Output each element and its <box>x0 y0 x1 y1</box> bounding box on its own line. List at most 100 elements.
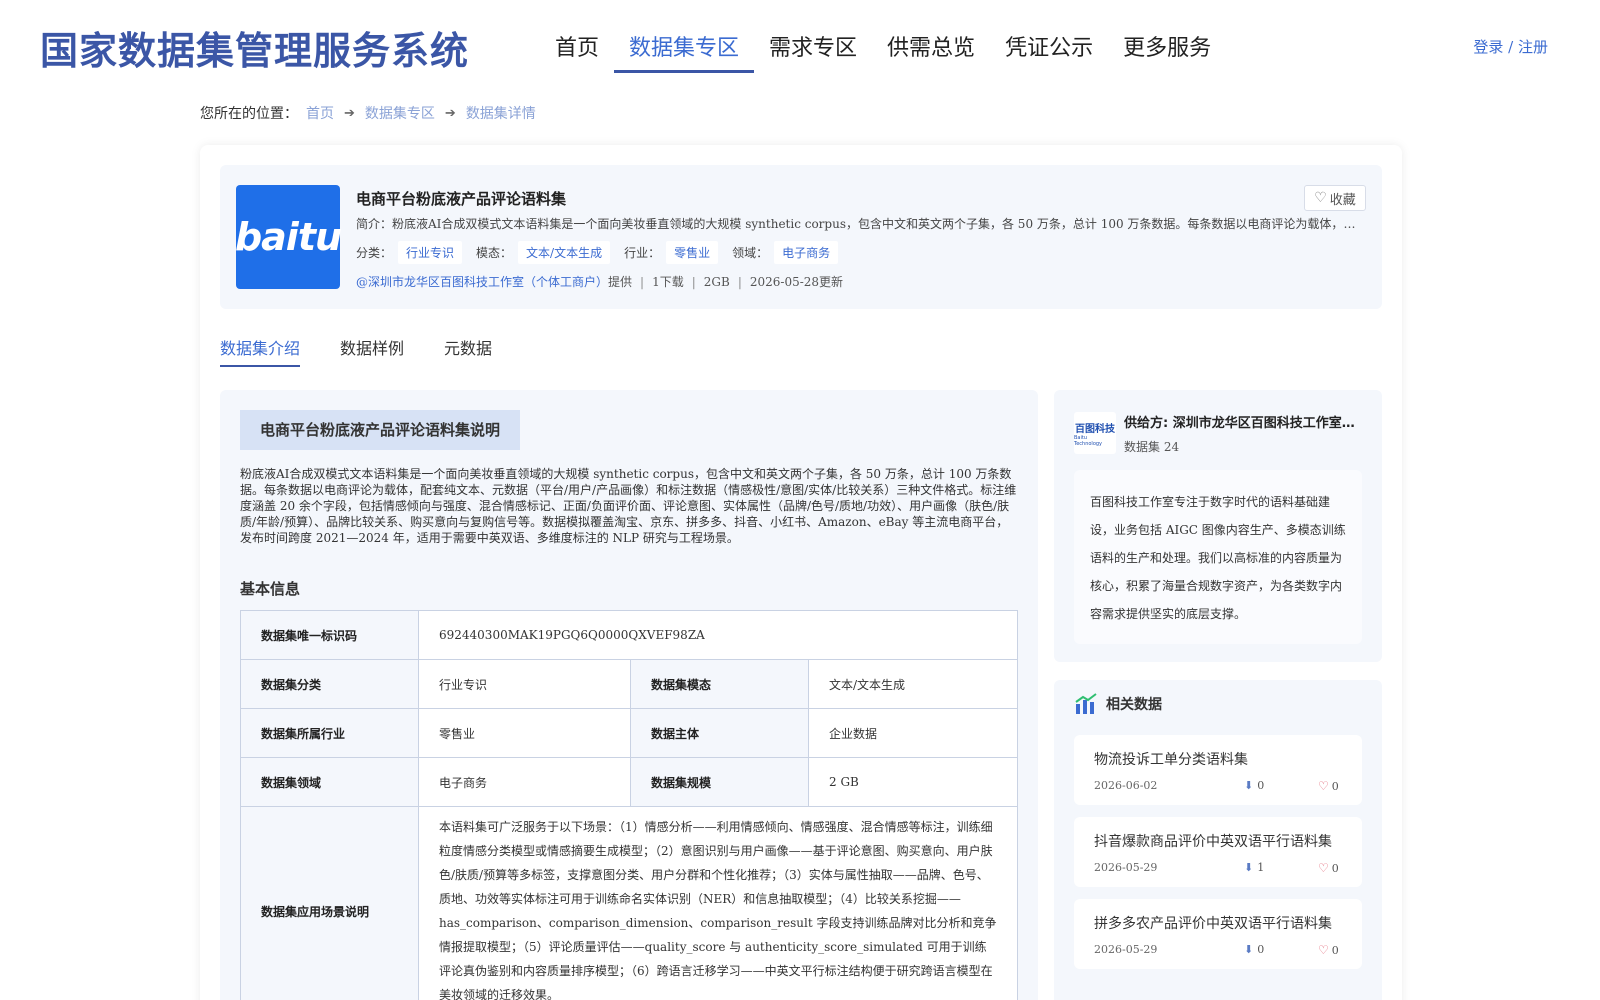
related-item-date: 2026-05-29 <box>1094 943 1158 956</box>
table-row: 数据集所属行业 零售业 数据主体 企业数据 <box>240 708 1018 758</box>
breadcrumb-prefix: 您所在的位置： <box>200 106 298 122</box>
detail-tabs: 数据集介绍 数据样例 元数据 <box>220 335 532 367</box>
dataset-detail-card: baitu 电商平台粉底液产品评论语料集 简介：粉底液AI合成双模式文本语料集是… <box>200 145 1402 1000</box>
download-icon: ⬇ <box>1244 779 1254 792</box>
description-text: 粉底液AI合成双模式文本语料集是一个面向美妆垂直领域的大规模 synthetic… <box>240 467 1017 545</box>
dataset-title: 电商平台粉底液产品评论语料集 <box>356 190 567 208</box>
provider-name[interactable]: 供给方: 深圳市龙华区百图科技工作室（个体工商户） <box>1124 412 1364 431</box>
site-title[interactable]: 国家数据集管理服务系统 <box>40 20 469 75</box>
download-count-value: 0 <box>1257 779 1265 792</box>
favorite-button[interactable]: ♡ 收藏 <box>1304 185 1366 211</box>
login-register-link[interactable]: 登录 / 注册 <box>1473 36 1548 57</box>
favorite-label: 收藏 <box>1329 192 1356 208</box>
provider-panel: 百图科技 Baitu Technology 供给方: 深圳市龙华区百图科技工作室… <box>1054 390 1382 662</box>
heart-icon: ♡ <box>1318 943 1329 957</box>
related-item[interactable]: 拼多多农产品评价中英双语平行语料集 2026-05-29 ⬇ 0 ♡ 0 <box>1074 899 1362 969</box>
bar-chart-icon <box>1075 693 1097 714</box>
provider-dataset-count: 数据集 24 <box>1124 440 1180 454</box>
category-label: 数据集分类 <box>240 659 419 709</box>
breadcrumb: 您所在的位置： 首页 ➔ 数据集专区 ➔ 数据集详情 <box>200 103 536 123</box>
site-header: 国家数据集管理服务系统 首页 数据集专区 需求专区 供需总览 凭证公示 更多服务… <box>0 0 1600 90</box>
provider-description: 百图科技工作室专注于数字时代的语料基础建设，业务包括 AIGC 图像内容生产、多… <box>1074 470 1362 644</box>
breadcrumb-datasets[interactable]: 数据集专区 <box>365 103 435 123</box>
tag-label-industry: 行业： <box>624 246 661 260</box>
nav-overview[interactable]: 供需总览 <box>872 26 990 73</box>
heart-icon: ♡ <box>1318 861 1329 875</box>
related-item-favs: ♡ 0 <box>1318 943 1339 957</box>
modality-label: 数据集模态 <box>630 659 809 709</box>
download-count-value: 1 <box>1257 861 1265 874</box>
download-count-value: 0 <box>1257 943 1265 956</box>
scale-value: 2 GB <box>808 757 1018 807</box>
tag-modality[interactable]: 文本/文本生成 <box>518 241 611 264</box>
usage-label: 数据集应用场景说明 <box>240 806 419 1000</box>
industry-label: 数据集所属行业 <box>240 708 419 758</box>
related-item-downloads: ⬇ 1 <box>1244 861 1264 874</box>
tab-metadata[interactable]: 元数据 <box>444 335 492 367</box>
related-title: 相关数据 <box>1106 697 1162 713</box>
uid-value: 692440300MAK19PGQ6Q0000QXVEF98ZA <box>418 610 1018 660</box>
subject-label: 数据主体 <box>630 708 809 758</box>
breadcrumb-current: 数据集详情 <box>465 106 536 122</box>
heart-icon: ♡ <box>1318 779 1329 793</box>
related-item-date: 2026-05-29 <box>1094 861 1158 874</box>
scale-label: 数据集规模 <box>630 757 809 807</box>
tab-samples[interactable]: 数据样例 <box>340 335 404 367</box>
tag-label-category: 分类： <box>356 246 393 260</box>
provider-link[interactable]: @深圳市龙华区百图科技工作室（个体工商户） <box>356 273 608 290</box>
tab-introduction[interactable]: 数据集介绍 <box>220 335 301 367</box>
related-item[interactable]: 物流投诉工单分类语料集 2026-06-02 ⬇ 0 ♡ 0 <box>1074 735 1362 805</box>
arrow-right-icon: ➔ <box>344 105 355 121</box>
provided-label: 提供 <box>608 275 633 289</box>
description-title: 电商平台粉底液产品评论语料集说明 <box>240 410 521 450</box>
tag-category[interactable]: 行业专识 <box>398 241 463 264</box>
fav-count-value: 0 <box>1331 779 1339 793</box>
heart-outline-icon: ♡ <box>1314 190 1327 206</box>
category-value: 行业专识 <box>418 659 631 709</box>
domain-label: 数据集领域 <box>240 757 419 807</box>
related-item-downloads: ⬇ 0 <box>1244 943 1264 956</box>
dataset-logo: baitu <box>234 185 342 289</box>
modality-value: 文本/文本生成 <box>808 659 1018 709</box>
industry-value: 零售业 <box>418 708 631 758</box>
usage-value: 本语料集可广泛服务于以下场景：（1）情感分析——利用情感倾向、情感强度、混合情感… <box>418 806 1018 1000</box>
tag-industry[interactable]: 零售业 <box>666 241 719 264</box>
dataset-summary: baitu 电商平台粉底液产品评论语料集 简介：粉底液AI合成双模式文本语料集是… <box>220 165 1382 309</box>
nav-credentials[interactable]: 凭证公示 <box>990 26 1108 73</box>
dataset-size: 2GB <box>703 274 730 289</box>
basic-info-table: 数据集唯一标识码 692440300MAK19PGQ6Q0000QXVEF98Z… <box>240 610 1018 1000</box>
related-item-downloads: ⬇ 0 <box>1244 779 1264 792</box>
related-item-name: 拼多多农产品评价中英双语平行语料集 <box>1094 916 1332 932</box>
fav-count-value: 0 <box>1331 943 1339 957</box>
separator: | <box>737 274 742 289</box>
related-item-favs: ♡ 0 <box>1318 861 1339 875</box>
related-item-date: 2026-06-02 <box>1094 779 1158 792</box>
uid-label: 数据集唯一标识码 <box>240 610 419 660</box>
table-row: 数据集领域 电子商务 数据集规模 2 GB <box>240 757 1018 807</box>
related-header: 相关数据 <box>1074 692 1162 716</box>
tag-domain[interactable]: 电子商务 <box>774 241 839 264</box>
table-row: 数据集应用场景说明 本语料集可广泛服务于以下场景：（1）情感分析——利用情感倾向… <box>240 806 1018 1000</box>
separator: | <box>640 274 645 289</box>
separator: | <box>691 274 696 289</box>
related-item-name: 物流投诉工单分类语料集 <box>1094 752 1248 768</box>
introduction-panel: 电商平台粉底液产品评论语料集说明 粉底液AI合成双模式文本语料集是一个面向美妆垂… <box>220 390 1038 1000</box>
tag-label-domain: 领域： <box>732 246 769 260</box>
nav-home[interactable]: 首页 <box>540 26 614 73</box>
nav-demands[interactable]: 需求专区 <box>754 26 872 73</box>
related-item-favs: ♡ 0 <box>1318 779 1339 793</box>
updated-date: 2026-05-28更新 <box>749 275 844 289</box>
fav-count-value: 0 <box>1331 861 1339 875</box>
breadcrumb-home[interactable]: 首页 <box>306 103 334 123</box>
table-row: 数据集分类 行业专识 数据集模态 文本/文本生成 <box>240 659 1018 709</box>
dataset-tags: 分类： 行业专识 模态： 文本/文本生成 行业： 零售业 领域： 电子商务 <box>356 241 852 264</box>
related-item[interactable]: 抖音爆款商品评价中英双语平行语料集 2026-05-29 ⬇ 1 ♡ 0 <box>1074 817 1362 887</box>
baitu-logo-text: baitu <box>234 215 342 259</box>
domain-value: 电子商务 <box>418 757 631 807</box>
nav-more-services[interactable]: 更多服务 <box>1108 26 1226 73</box>
main-nav: 首页 数据集专区 需求专区 供需总览 凭证公示 更多服务 <box>540 26 1226 73</box>
nav-datasets[interactable]: 数据集专区 <box>614 26 755 73</box>
subject-value: 企业数据 <box>808 708 1018 758</box>
related-data-panel: 相关数据 物流投诉工单分类语料集 2026-06-02 ⬇ 0 ♡ 0 抖音爆款商品… <box>1054 680 1382 1000</box>
related-item-name: 抖音爆款商品评价中英双语平行语料集 <box>1094 834 1332 850</box>
